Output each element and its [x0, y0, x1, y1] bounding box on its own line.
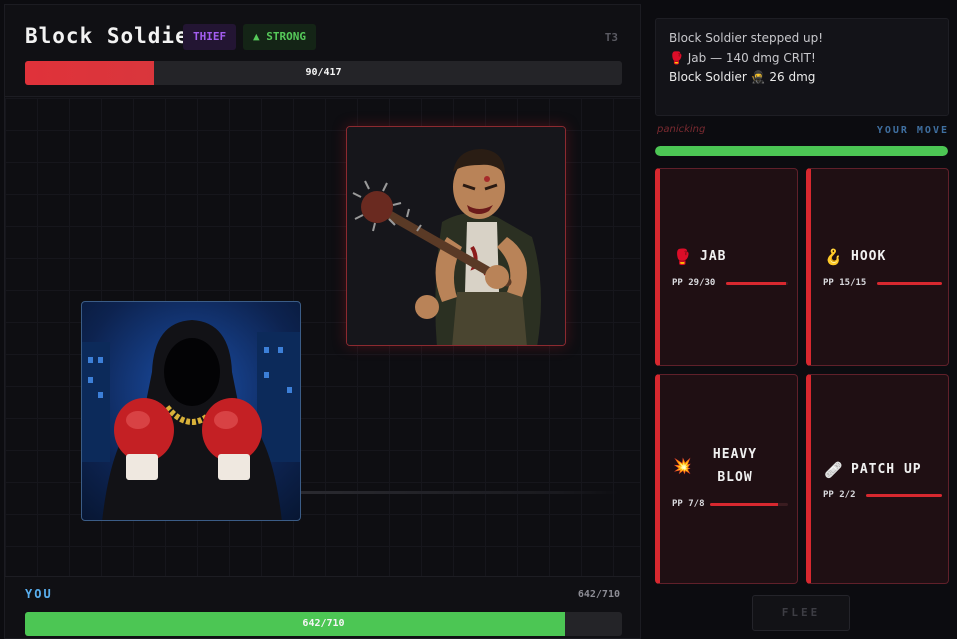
turn-timer-fill: [655, 146, 948, 156]
player-portrait: [81, 301, 301, 521]
move-label: PATCH UP: [851, 462, 922, 477]
action-panel: Block Soldier stepped up! 🥊 Jab — 140 dm…: [645, 4, 957, 639]
enemy-tier: T3: [604, 31, 618, 44]
battle-stage: [5, 98, 640, 578]
move-pp: PP 29/30: [672, 278, 716, 288]
player-hp-bar: 642/710: [25, 612, 622, 636]
move-label: HEAVY BLOW: [712, 447, 758, 485]
player-hp-bar-text: 642/710: [302, 618, 345, 629]
move-button-jab[interactable]: 🥊 JAB PP 29/30: [655, 168, 798, 366]
log-line: Block Soldier 🥷 26 dmg: [669, 70, 816, 84]
move-label: JAB: [700, 249, 727, 264]
hook-icon: 🪝: [824, 247, 844, 266]
floor-line: [300, 491, 620, 494]
move-pp-bar: [710, 503, 788, 506]
enemy-portrait: [346, 126, 566, 346]
player-hp-number: 642/710: [577, 589, 620, 600]
move-pp: PP 7/8: [672, 499, 705, 509]
zombie-with-spiked-bat-icon: [347, 127, 565, 345]
battle-log: Block Soldier stepped up! 🥊 Jab — 140 dm…: [655, 18, 949, 116]
player-label: YOU: [25, 587, 53, 601]
enemy-class-tag: THIEF: [183, 24, 237, 50]
log-line: Block Soldier stepped up!: [669, 31, 824, 45]
move-pp-bar: [726, 282, 788, 285]
move-pp-bar: [877, 282, 942, 285]
bandage-icon: 🩹: [824, 460, 844, 479]
enemy-state: panicking: [657, 124, 706, 135]
enemy-modifier-tag: ▲ STRONG: [243, 24, 316, 50]
turn-timer-bar: [655, 146, 948, 156]
log-line: 🥊 Jab — 140 dmg CRIT!: [669, 50, 816, 65]
player-footer: YOU 642/710 642/710: [5, 576, 640, 638]
boxing-glove-icon: 🥊: [673, 247, 693, 266]
turn-indicator: YOUR MOVE: [876, 125, 949, 136]
move-button-heavy-blow[interactable]: 💥 HEAVY BLOW PP 7/8: [655, 374, 798, 584]
hooded-boxer-icon: [82, 320, 300, 520]
enemy-name: Block Soldier: [25, 24, 203, 48]
move-pp: PP 2/2: [823, 490, 856, 500]
move-button-patch-up[interactable]: 🩹 PATCH UP PP 2/2: [806, 374, 949, 584]
enemy-hp-text: 90/417: [305, 67, 342, 78]
flee-button[interactable]: FLEE: [752, 595, 850, 631]
move-pp-bar: [866, 494, 942, 497]
enemy-hp-bar: 90/417: [25, 61, 622, 85]
move-label: HOOK: [851, 249, 887, 264]
battle-arena: Block Soldier THIEF ▲ STRONG T3 90/417 Y…: [4, 4, 641, 639]
explosion-icon: 💥: [673, 457, 693, 475]
status-row: panicking YOUR MOVE: [655, 124, 949, 138]
enemy-header: Block Soldier THIEF ▲ STRONG T3 90/417: [5, 5, 640, 97]
move-button-hook[interactable]: 🪝 HOOK PP 15/15: [806, 168, 949, 366]
move-pp: PP 15/15: [823, 278, 867, 288]
